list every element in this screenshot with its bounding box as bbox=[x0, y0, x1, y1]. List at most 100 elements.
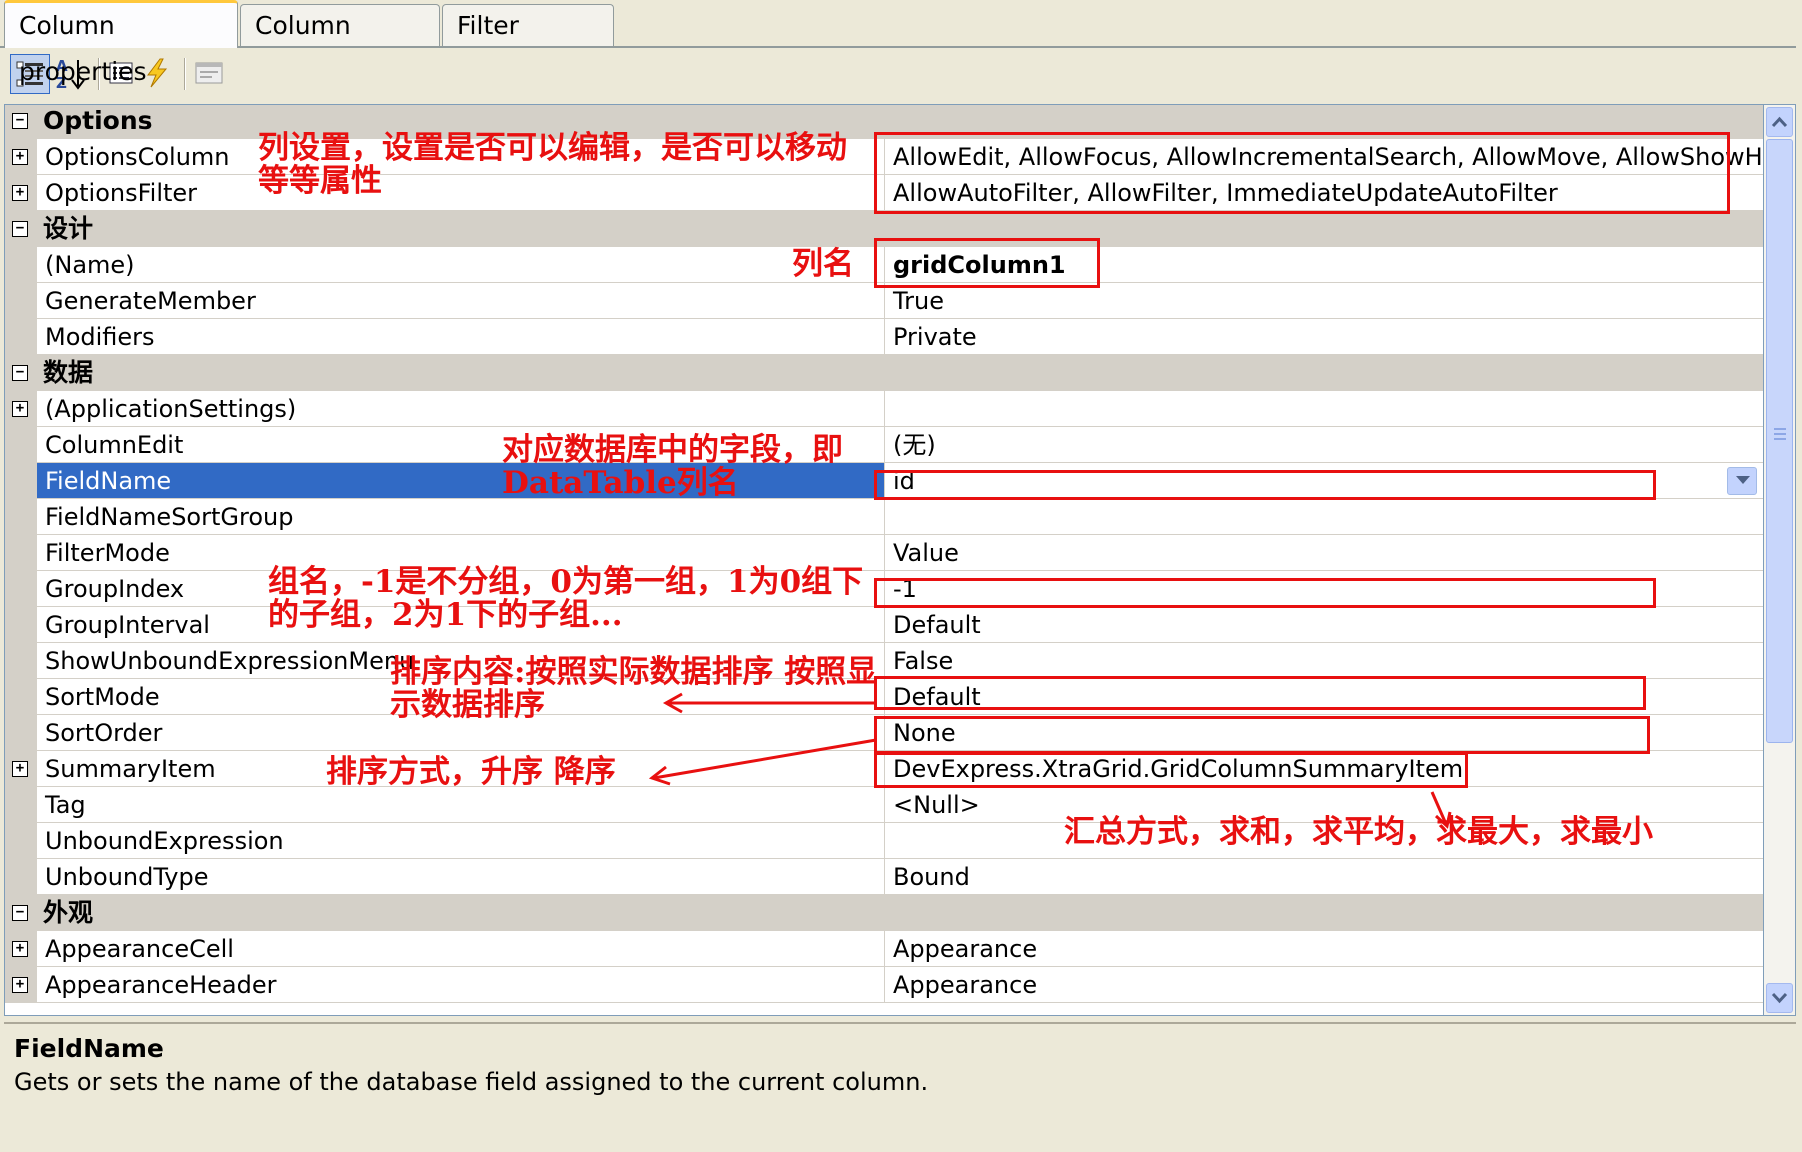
property-row[interactable]: ColumnEdit (无) bbox=[5, 427, 1763, 463]
vertical-scrollbar[interactable] bbox=[1764, 104, 1796, 1016]
expand-icon[interactable]: + bbox=[12, 185, 28, 201]
category-label: 外观 bbox=[43, 898, 94, 927]
category-appearance[interactable]: − 外观 bbox=[5, 895, 1763, 931]
row-gutter bbox=[5, 319, 37, 355]
dropdown-button[interactable] bbox=[1727, 467, 1757, 495]
row-gutter bbox=[5, 823, 37, 859]
description-panel: FieldName Gets or sets the name of the d… bbox=[4, 1022, 1796, 1146]
property-toolbar: A Z bbox=[2, 48, 1796, 102]
row-gutter bbox=[5, 859, 37, 895]
highlight-box-name bbox=[874, 238, 1100, 288]
property-pages-button[interactable] bbox=[190, 54, 230, 94]
collapse-icon[interactable]: − bbox=[12, 221, 28, 237]
row-gutter: + bbox=[5, 967, 37, 1003]
chevron-down-icon bbox=[1736, 476, 1750, 484]
property-row[interactable]: Modifiers Private bbox=[5, 319, 1763, 355]
grip-line bbox=[1774, 433, 1786, 435]
property-value[interactable]: False bbox=[885, 643, 1763, 679]
property-value[interactable]: Bound bbox=[885, 859, 1763, 895]
property-value[interactable]: True bbox=[885, 283, 1763, 319]
chevron-down-icon bbox=[1771, 992, 1788, 1004]
annotation-field-name: 对应数据库中的字段，即DataTable列名 bbox=[502, 432, 843, 501]
chevron-up-icon bbox=[1771, 116, 1788, 128]
property-name: AppearanceHeader bbox=[37, 967, 885, 1003]
scroll-down-button[interactable] bbox=[1766, 983, 1793, 1013]
tab-filter-options[interactable]: Filter options bbox=[442, 4, 614, 82]
grip-line bbox=[1774, 438, 1786, 440]
annotation-sort-order: 排序方式，升序 降序 bbox=[326, 754, 616, 790]
tab-strip: Column properties Column options Filter … bbox=[0, 0, 1802, 86]
category-label: 设计 bbox=[43, 214, 94, 243]
category-label: 数据 bbox=[43, 358, 94, 387]
highlight-box-sortorder bbox=[874, 716, 1650, 754]
property-row[interactable]: FieldNameSortGroup bbox=[5, 499, 1763, 535]
property-value[interactable]: Appearance bbox=[885, 931, 1763, 967]
row-gutter: + bbox=[5, 931, 37, 967]
row-gutter: + bbox=[5, 391, 37, 427]
annotation-options-column: 列设置，设置是否可以编辑，是否可以移动等等属性 bbox=[258, 130, 847, 199]
property-value[interactable] bbox=[885, 499, 1763, 535]
tab-column-properties[interactable]: Column properties bbox=[4, 0, 238, 86]
expand-icon[interactable]: + bbox=[12, 149, 28, 165]
highlight-box-groupindex bbox=[874, 578, 1656, 608]
property-name: Modifiers bbox=[37, 319, 885, 355]
category-data[interactable]: − 数据 bbox=[5, 355, 1763, 391]
property-name: GenerateMember bbox=[37, 283, 885, 319]
property-value[interactable]: Default bbox=[885, 607, 1763, 643]
tab-column-options[interactable]: Column options bbox=[240, 4, 440, 82]
row-gutter bbox=[5, 715, 37, 751]
property-row[interactable]: ShowUnboundExpressionMenu False bbox=[5, 643, 1763, 679]
property-name: UnboundType bbox=[37, 859, 885, 895]
annotation-name: 列名 bbox=[792, 246, 854, 282]
property-value[interactable]: Value bbox=[885, 535, 1763, 571]
property-name: (Name) bbox=[37, 247, 885, 283]
row-gutter bbox=[5, 571, 37, 607]
highlight-box-fieldname bbox=[874, 470, 1656, 500]
annotation-sort-mode: 排序内容:按照实际数据排序 按照显示数据排序 bbox=[390, 654, 878, 723]
description-text: Gets or sets the name of the database fi… bbox=[14, 1068, 929, 1096]
toolbar-separator bbox=[184, 58, 186, 90]
row-gutter: + bbox=[5, 175, 37, 211]
row-gutter bbox=[5, 247, 37, 283]
expand-icon[interactable]: + bbox=[12, 401, 28, 417]
row-gutter bbox=[5, 499, 37, 535]
property-name: (ApplicationSettings) bbox=[37, 391, 885, 427]
highlight-box-options bbox=[874, 132, 1730, 214]
property-row[interactable]: GenerateMember True bbox=[5, 283, 1763, 319]
property-row[interactable]: + AppearanceCell Appearance bbox=[5, 931, 1763, 967]
row-gutter bbox=[5, 427, 37, 463]
collapse-icon[interactable]: − bbox=[12, 365, 28, 381]
row-gutter bbox=[5, 463, 37, 499]
property-row[interactable]: + (ApplicationSettings) bbox=[5, 391, 1763, 427]
row-gutter: + bbox=[5, 751, 37, 787]
row-gutter bbox=[5, 607, 37, 643]
property-row[interactable]: + AppearanceHeader Appearance bbox=[5, 967, 1763, 1003]
collapse-icon[interactable]: − bbox=[12, 905, 28, 921]
property-value[interactable]: (无) bbox=[885, 427, 1763, 463]
scroll-up-button[interactable] bbox=[1766, 107, 1793, 137]
annotation-summary-item: 汇总方式，求和，求平均，求最大，求最小 bbox=[1064, 814, 1653, 850]
row-gutter bbox=[5, 643, 37, 679]
property-value[interactable]: Appearance bbox=[885, 967, 1763, 1003]
collapse-icon[interactable]: − bbox=[12, 113, 28, 129]
property-name: FieldNameSortGroup bbox=[37, 499, 885, 535]
scroll-thumb[interactable] bbox=[1766, 139, 1793, 743]
row-gutter bbox=[5, 787, 37, 823]
expand-icon[interactable]: + bbox=[12, 941, 28, 957]
grip-line bbox=[1774, 428, 1786, 430]
category-label: Options bbox=[43, 106, 153, 135]
expand-icon[interactable]: + bbox=[12, 761, 28, 777]
row-gutter bbox=[5, 283, 37, 319]
expand-icon[interactable]: + bbox=[12, 977, 28, 993]
property-name: AppearanceCell bbox=[37, 931, 885, 967]
property-row[interactable]: UnboundType Bound bbox=[5, 859, 1763, 895]
property-name: Tag bbox=[37, 787, 885, 823]
description-title: FieldName bbox=[14, 1034, 164, 1063]
annotation-group-index: 组名，-1是不分组，0为第一组，1为0组下的子组，2为1下的子组... bbox=[268, 564, 864, 633]
property-value[interactable]: Private bbox=[885, 319, 1763, 355]
property-name: UnboundExpression bbox=[37, 823, 885, 859]
row-gutter bbox=[5, 535, 37, 571]
highlight-box-sortmode bbox=[874, 676, 1646, 710]
row-gutter: + bbox=[5, 139, 37, 175]
property-value[interactable] bbox=[885, 391, 1763, 427]
